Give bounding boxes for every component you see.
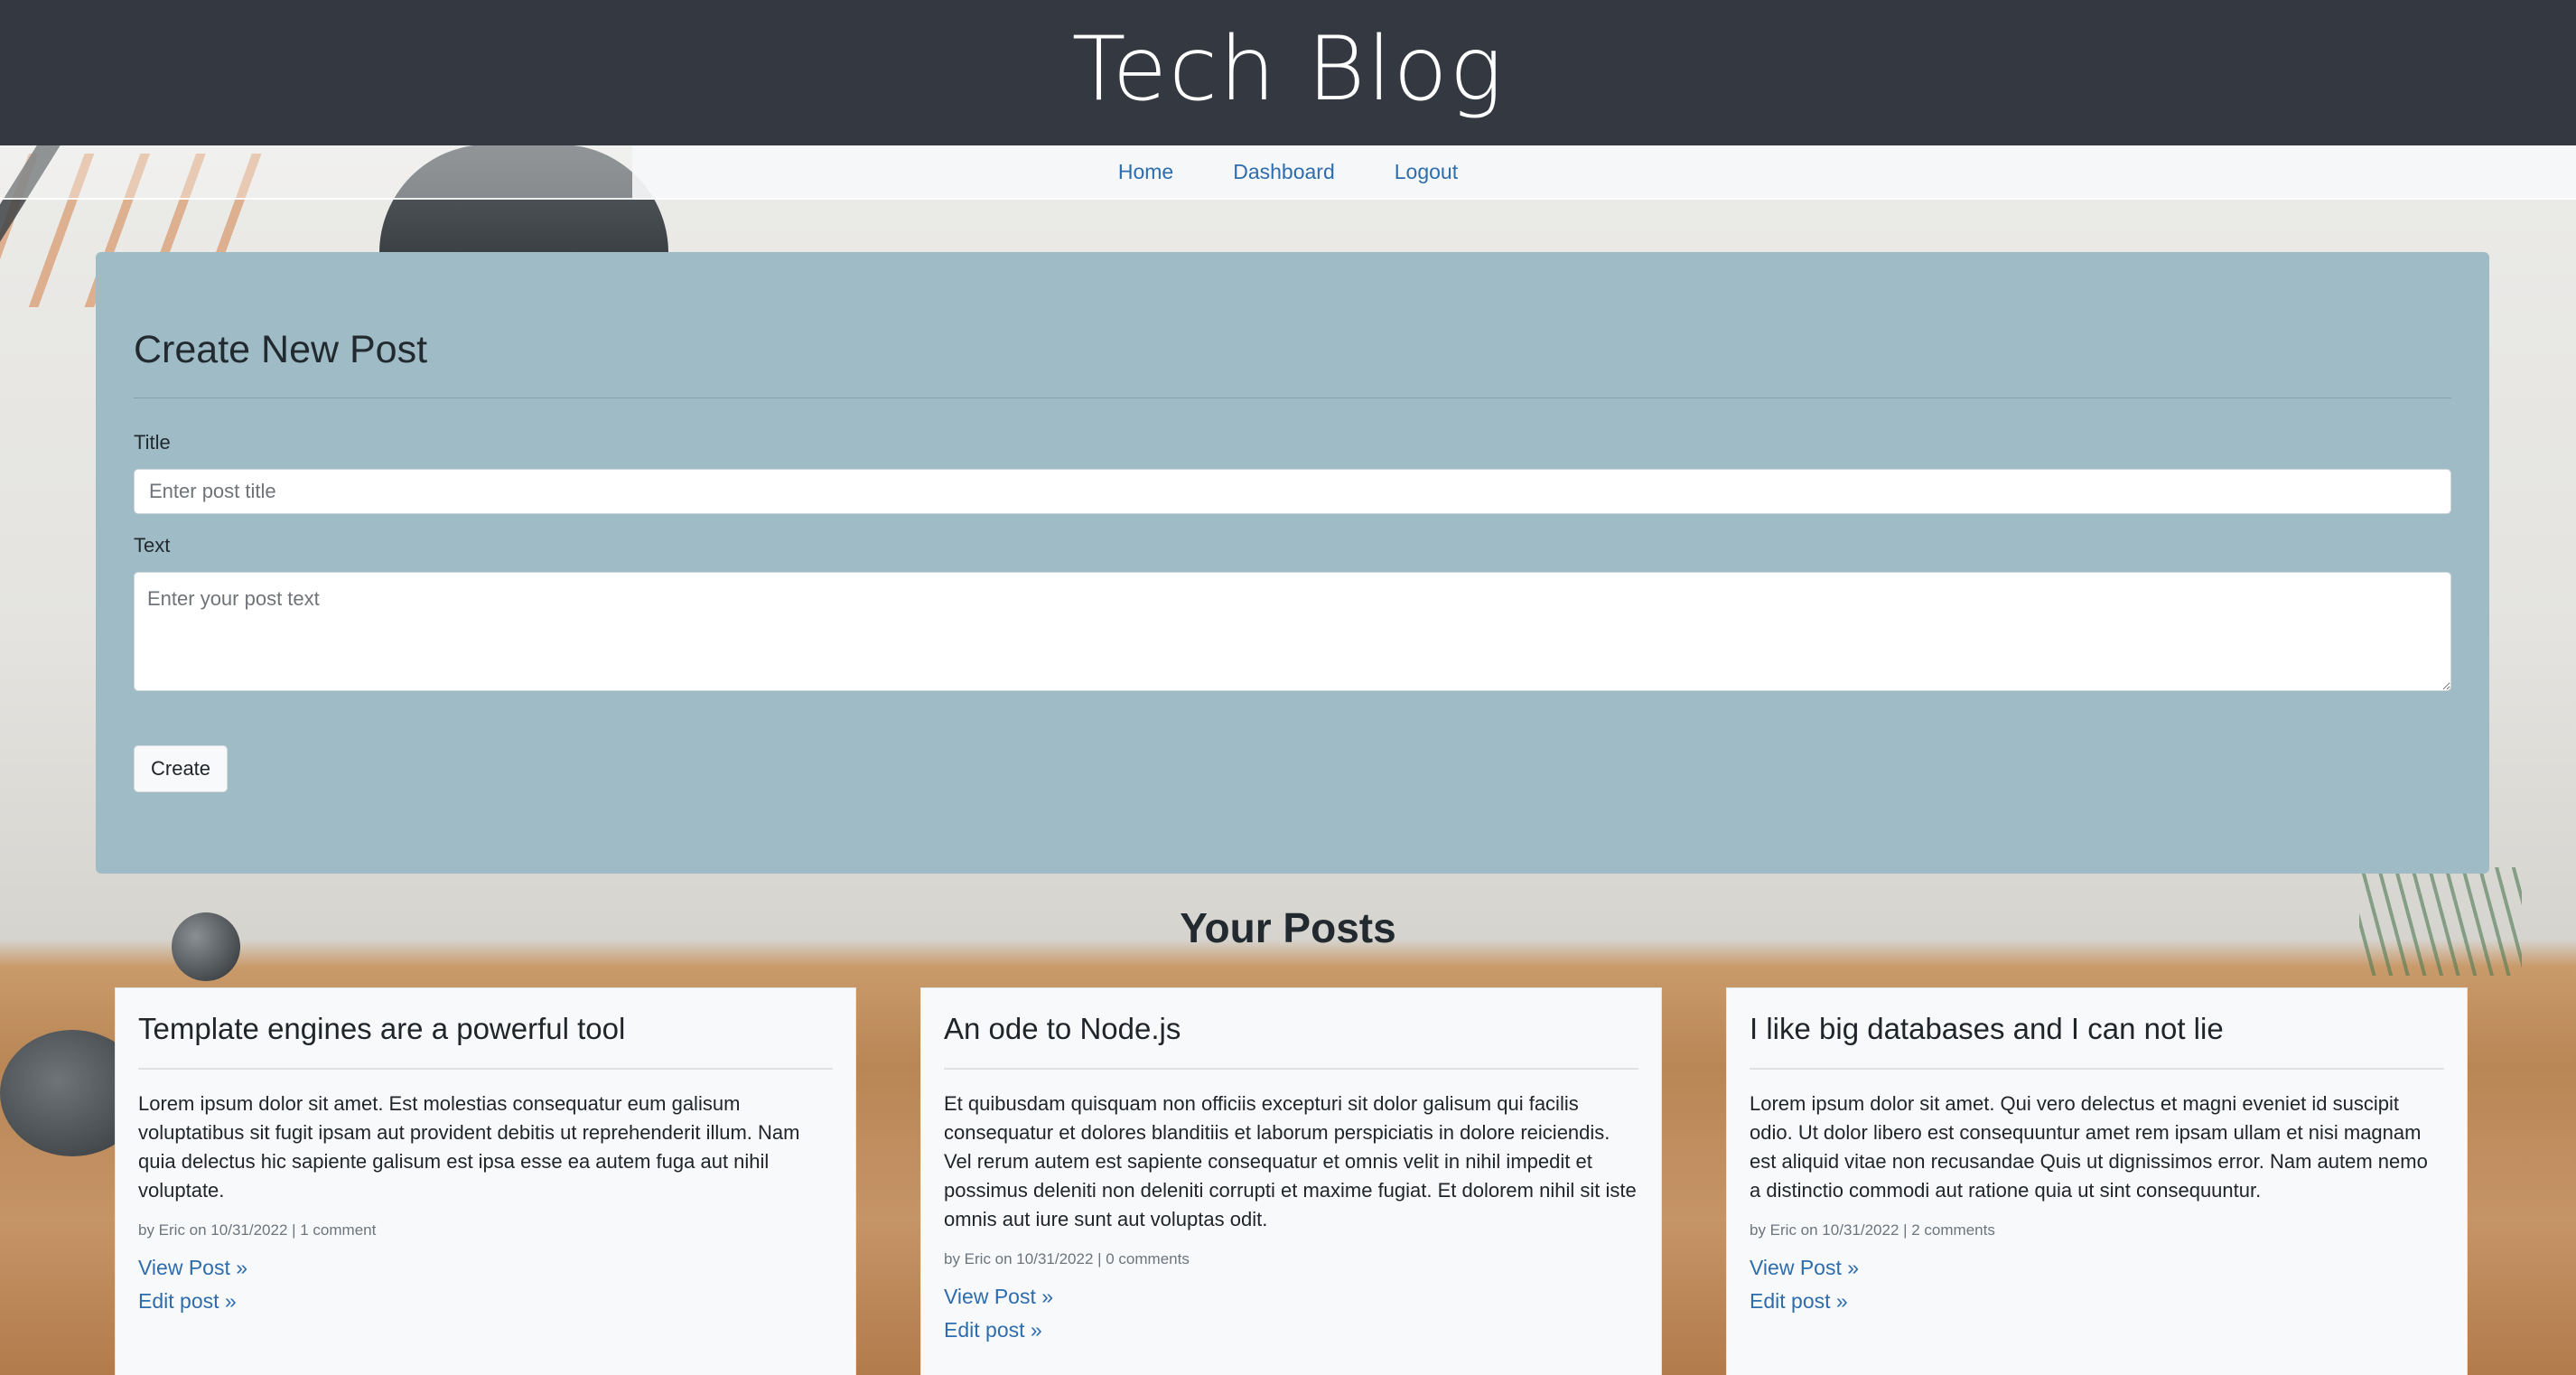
your-posts-heading: Your Posts [1180, 904, 1396, 951]
post-body: Lorem ipsum dolor sit amet. Est molestia… [138, 1092, 800, 1202]
post-title: Template engines are a powerful tool [138, 1012, 833, 1070]
site-title: Tech Blog [1071, 17, 1505, 121]
post-meta: by Eric on 10/31/2022 | 2 comments [1750, 1221, 1995, 1239]
post-title: An ode to Node.js [944, 1012, 1638, 1070]
edit-post-link[interactable]: Edit post » [1750, 1289, 2444, 1314]
post-text-input[interactable] [134, 572, 2451, 691]
nav-dashboard-link[interactable]: Dashboard [1233, 160, 1335, 184]
post-body: Et quibusdam quisquam non officiis excep… [944, 1092, 1637, 1230]
posts-list: Template engines are a powerful tool Lor… [115, 987, 2469, 1375]
view-post-link[interactable]: View Post » [138, 1256, 833, 1280]
post-meta: by Eric on 10/31/2022 | 1 comment [138, 1221, 377, 1239]
post-card: An ode to Node.js Et quibusdam quisquam … [920, 987, 1662, 1375]
nav-logout-link[interactable]: Logout [1395, 160, 1458, 184]
post-title: I like big databases and I can not lie [1750, 1012, 2444, 1070]
create-post-heading: Create New Post [134, 328, 2451, 398]
post-title-input[interactable] [134, 469, 2451, 514]
text-label: Text [134, 534, 171, 557]
post-meta: by Eric on 10/31/2022 | 0 comments [944, 1250, 1190, 1267]
view-post-link[interactable]: View Post » [1750, 1256, 2444, 1280]
post-card: Template engines are a powerful tool Lor… [115, 987, 856, 1375]
edit-post-link[interactable]: Edit post » [138, 1289, 833, 1314]
post-card: I like big databases and I can not lie L… [1726, 987, 2468, 1375]
nav-home-link[interactable]: Home [1118, 160, 1173, 184]
title-label: Title [134, 431, 171, 454]
create-button[interactable]: Create [134, 745, 229, 792]
create-post-panel: Create New Post Title Text Create [96, 252, 2489, 874]
site-header: Tech Blog [0, 0, 2576, 145]
view-post-link[interactable]: View Post » [944, 1285, 1638, 1309]
edit-post-link[interactable]: Edit post » [944, 1318, 1638, 1342]
main-nav: Home Dashboard Logout [0, 145, 2576, 200]
post-body: Lorem ipsum dolor sit amet. Qui vero del… [1750, 1092, 2428, 1202]
